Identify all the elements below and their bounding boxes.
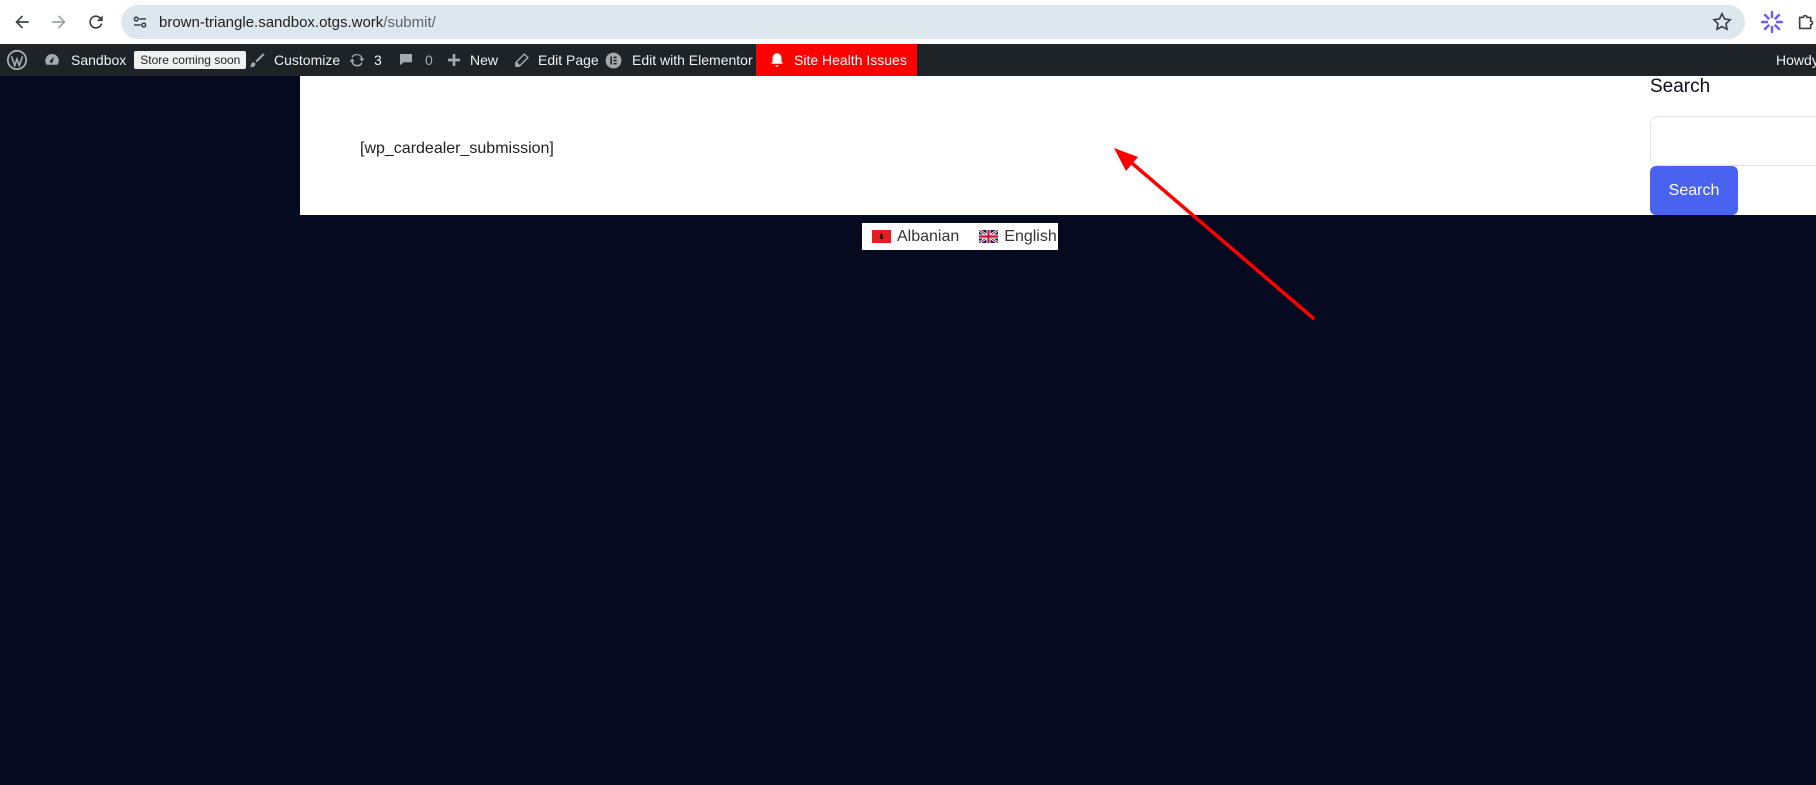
edit-page-label: Edit Page	[538, 52, 599, 68]
new-label: New	[470, 52, 499, 68]
comments-link[interactable]: 0	[397, 44, 433, 76]
wp-admin-bar: Sandbox Store coming soon Customize 3 0 …	[0, 44, 1816, 76]
back-button[interactable]	[7, 7, 37, 37]
page-content: [wp_cardealer_submission] Search Search	[300, 76, 1816, 215]
wordpress-logo-icon	[6, 49, 28, 71]
wordpress-logo-menu[interactable]	[6, 44, 28, 76]
reload-icon	[89, 15, 103, 29]
search-button[interactable]: Search	[1650, 166, 1738, 215]
site-name-menu[interactable]: Sandbox Store coming soon	[43, 44, 247, 76]
language-label: Albanian	[897, 227, 960, 245]
uk-flag-icon	[979, 230, 999, 243]
site-health-label: Site Health Issues	[794, 52, 907, 68]
language-option-english[interactable]: English	[979, 227, 1057, 246]
search-input[interactable]	[1650, 116, 1816, 166]
browser-toolbar: brown-triangle.sandbox.otgs.work/submit/	[0, 0, 1816, 44]
plus-icon	[448, 54, 460, 66]
my-account-menu[interactable]: Howdy	[1776, 44, 1816, 76]
shortcode-text: [wp_cardealer_submission]	[360, 140, 554, 157]
arrow-right-icon	[52, 15, 66, 29]
dashboard-gauge-icon	[45, 53, 59, 65]
edit-elementor-label: Edit with Elementor	[632, 52, 753, 68]
bookmark-star-icon[interactable]	[1711, 11, 1733, 33]
paintbrush-icon	[249, 53, 265, 68]
forward-button[interactable]	[44, 7, 74, 37]
site-info-icon[interactable]	[129, 11, 151, 33]
url-text: brown-triangle.sandbox.otgs.work/submit/	[159, 14, 436, 31]
url-host: brown-triangle.sandbox.otgs.work	[159, 13, 384, 31]
edit-elementor-link[interactable]: Edit with Elementor	[604, 44, 753, 76]
language-label: English	[1004, 227, 1057, 245]
site-health-link[interactable]: Site Health Issues	[756, 44, 917, 76]
customize-label: Customize	[274, 52, 341, 68]
language-switcher: Albanian English	[862, 223, 1058, 250]
arrow-left-icon	[15, 15, 29, 29]
albania-flag-icon	[872, 230, 891, 243]
site-name-label: Sandbox	[71, 52, 127, 68]
comment-bubble-icon	[400, 54, 412, 66]
language-option-albanian[interactable]: Albanian	[872, 228, 959, 246]
updates-link[interactable]: 3	[348, 44, 382, 76]
comments-count: 0	[425, 52, 433, 68]
bell-icon	[771, 53, 783, 67]
howdy-label: Howdy	[1776, 52, 1816, 68]
pencil-icon	[515, 52, 529, 67]
edit-page-link[interactable]: Edit Page	[513, 44, 599, 76]
store-status-badge: Store coming soon	[134, 51, 247, 69]
extensions-puzzle-icon[interactable]	[1796, 10, 1816, 34]
extension-sparkle-icon[interactable]	[1760, 10, 1784, 34]
address-bar[interactable]: brown-triangle.sandbox.otgs.work/submit/	[121, 5, 1745, 39]
updates-refresh-icon	[349, 53, 365, 67]
updates-count: 3	[374, 52, 382, 68]
url-path: /submit/	[383, 13, 436, 31]
elementor-logo-icon	[605, 52, 622, 68]
new-content-menu[interactable]: New	[446, 44, 498, 76]
customize-link[interactable]: Customize	[248, 44, 340, 76]
reload-button[interactable]	[81, 7, 111, 37]
search-widget-title: Search	[1650, 76, 1711, 97]
